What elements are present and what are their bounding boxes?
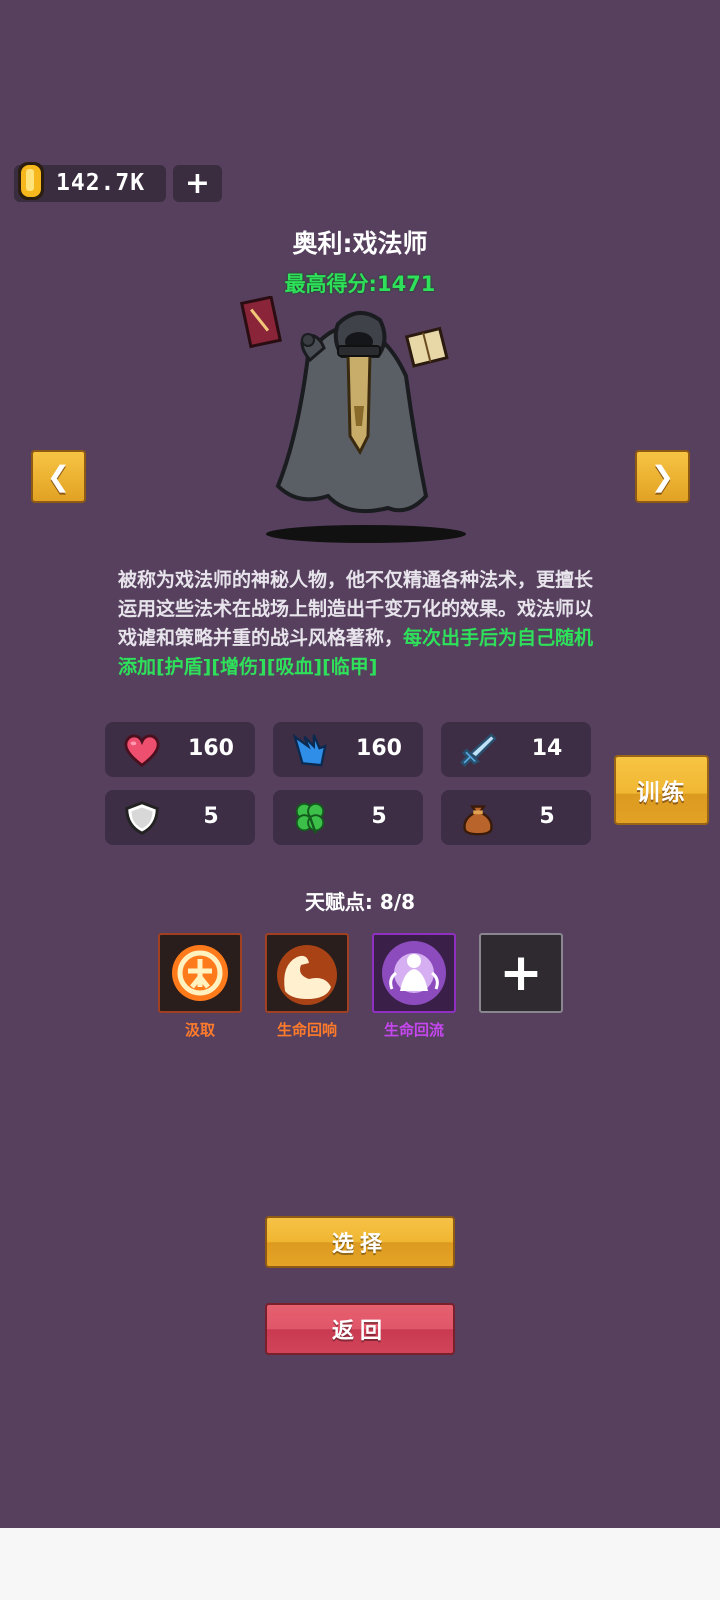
stat-damage: 14 [441, 722, 591, 777]
character-name: 奥利:戏法师 [292, 229, 428, 258]
select-button[interactable]: 选择 [265, 1216, 455, 1268]
character-portrait [239, 296, 466, 543]
talent-label-life-reflow: 生命回流 [383, 1021, 444, 1039]
stat-value: 14 [531, 736, 563, 761]
currency-amount: 142.7K [56, 170, 146, 196]
gold-coin-icon [18, 162, 44, 200]
character-description: 被称为戏法师的神秘人物，他不仅精通各种法术，更擅长运用这些法术在战场上制造出千变… [118, 566, 608, 682]
stat-attack: 160 [273, 722, 423, 777]
talent-label-life-echo: 生命回响 [276, 1021, 337, 1039]
prev-character-button[interactable]: ❮ [31, 450, 86, 503]
heart-icon [124, 734, 160, 767]
high-score: 最高得分:1471 [284, 272, 436, 296]
sword-icon [460, 733, 497, 767]
next-character-button[interactable]: ❯ [635, 450, 690, 503]
talent-slot-life-echo[interactable] [265, 933, 349, 1013]
stat-health: 160 [105, 722, 255, 777]
add-currency-button[interactable]: + [173, 165, 222, 202]
stat-luck: 5 [273, 790, 423, 845]
flexing-arm-icon [277, 945, 337, 1005]
stat-value: 5 [203, 804, 219, 829]
talent-label-drain: 汲取 [184, 1021, 215, 1039]
talent-points: 天赋点: 8/8 [304, 890, 416, 914]
talent-slot-life-reflow[interactable] [372, 933, 456, 1013]
drain-icon [172, 945, 228, 1001]
talent-slot-drain[interactable] [158, 933, 242, 1013]
stat-defense: 5 [105, 790, 255, 845]
stat-value: 5 [371, 804, 387, 829]
money-bag-icon [463, 805, 493, 836]
back-button[interactable]: 返回 [265, 1303, 455, 1355]
angel-icon [382, 941, 446, 1005]
stat-wealth: 5 [441, 790, 591, 845]
stat-value: 160 [356, 736, 402, 761]
shield-icon [125, 801, 159, 835]
train-button[interactable]: 训练 [614, 755, 709, 825]
stat-value: 160 [188, 736, 234, 761]
claw-icon [292, 733, 327, 767]
clover-icon [295, 802, 325, 834]
system-navigation-bar [0, 1528, 720, 1600]
stat-value: 5 [539, 804, 555, 829]
add-talent-button[interactable]: + [479, 933, 563, 1013]
